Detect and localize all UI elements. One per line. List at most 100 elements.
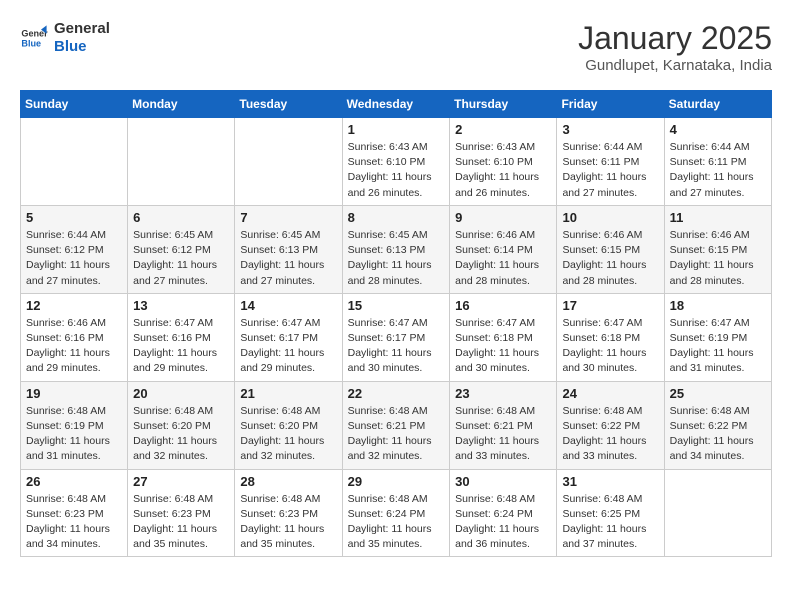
day-number: 22 (348, 386, 445, 401)
calendar-cell (21, 118, 128, 206)
day-number: 10 (562, 210, 658, 225)
calendar-cell: 16 Sunrise: 6:47 AM Sunset: 6:18 PM Dayli… (450, 293, 557, 381)
day-info: Sunrise: 6:48 AM Sunset: 6:23 PM Dayligh… (26, 492, 122, 553)
day-info: Sunrise: 6:48 AM Sunset: 6:24 PM Dayligh… (348, 492, 445, 553)
logo-line2: Blue (54, 38, 110, 56)
day-info: Sunrise: 6:48 AM Sunset: 6:23 PM Dayligh… (133, 492, 229, 553)
calendar-cell: 28 Sunrise: 6:48 AM Sunset: 6:23 PM Dayli… (235, 469, 342, 557)
svg-text:Blue: Blue (21, 38, 41, 48)
day-number: 9 (455, 210, 551, 225)
calendar-cell: 1 Sunrise: 6:43 AM Sunset: 6:10 PM Daylig… (342, 118, 450, 206)
header-monday: Monday (128, 91, 235, 118)
header-saturday: Saturday (664, 91, 771, 118)
day-number: 2 (455, 122, 551, 137)
day-info: Sunrise: 6:46 AM Sunset: 6:14 PM Dayligh… (455, 228, 551, 289)
header-thursday: Thursday (450, 91, 557, 118)
calendar-cell: 27Sunrise: 6:48 AM Sunset: 6:23 PM Dayli… (128, 469, 235, 557)
day-info: Sunrise: 6:44 AM Sunset: 6:11 PM Dayligh… (670, 140, 766, 201)
calendar-cell: 31Sunrise: 6:48 AM Sunset: 6:25 PM Dayli… (557, 469, 664, 557)
day-number: 28 (240, 474, 336, 489)
day-info: Sunrise: 6:46 AM Sunset: 6:16 PM Dayligh… (26, 316, 122, 377)
calendar-cell: 29 Sunrise: 6:48 AM Sunset: 6:24 PM Dayli… (342, 469, 450, 557)
day-info: Sunrise: 6:48 AM Sunset: 6:19 PM Dayligh… (26, 404, 122, 465)
calendar-cell: 23 Sunrise: 6:48 AM Sunset: 6:21 PM Dayli… (450, 381, 557, 469)
day-info: Sunrise: 6:48 AM Sunset: 6:22 PM Dayligh… (562, 404, 658, 465)
calendar-cell: 17Sunrise: 6:47 AM Sunset: 6:18 PM Dayli… (557, 293, 664, 381)
day-number: 7 (240, 210, 336, 225)
day-info: Sunrise: 6:43 AM Sunset: 6:10 PM Dayligh… (348, 140, 445, 201)
calendar-cell: 15Sunrise: 6:47 AM Sunset: 6:17 PM Dayli… (342, 293, 450, 381)
day-info: Sunrise: 6:46 AM Sunset: 6:15 PM Dayligh… (562, 228, 658, 289)
calendar-cell: 12 Sunrise: 6:46 AM Sunset: 6:16 PM Dayli… (21, 293, 128, 381)
day-number: 15 (348, 298, 445, 313)
day-number: 19 (26, 386, 122, 401)
week-row-2: 5Sunrise: 6:44 AM Sunset: 6:12 PM Daylig… (21, 205, 772, 293)
day-info: Sunrise: 6:47 AM Sunset: 6:18 PM Dayligh… (455, 316, 551, 377)
day-info: Sunrise: 6:48 AM Sunset: 6:23 PM Dayligh… (240, 492, 336, 553)
day-number: 29 (348, 474, 445, 489)
header-sunday: Sunday (21, 91, 128, 118)
day-number: 20 (133, 386, 229, 401)
calendar-cell: 13Sunrise: 6:47 AM Sunset: 6:16 PM Dayli… (128, 293, 235, 381)
title-block: January 2025 Gundlupet, Karnataka, India (578, 20, 772, 74)
day-number: 21 (240, 386, 336, 401)
calendar-cell: 7 Sunrise: 6:45 AM Sunset: 6:13 PM Daylig… (235, 205, 342, 293)
day-number: 4 (670, 122, 766, 137)
day-number: 25 (670, 386, 766, 401)
week-row-1: 1 Sunrise: 6:43 AM Sunset: 6:10 PM Daylig… (21, 118, 772, 206)
calendar-cell: 2 Sunrise: 6:43 AM Sunset: 6:10 PM Daylig… (450, 118, 557, 206)
calendar-cell (235, 118, 342, 206)
day-info: Sunrise: 6:48 AM Sunset: 6:20 PM Dayligh… (240, 404, 336, 465)
calendar-cell: 20 Sunrise: 6:48 AM Sunset: 6:20 PM Dayli… (128, 381, 235, 469)
month-title: January 2025 (578, 20, 772, 57)
header-wednesday: Wednesday (342, 91, 450, 118)
day-info: Sunrise: 6:48 AM Sunset: 6:20 PM Dayligh… (133, 404, 229, 465)
calendar-table: SundayMondayTuesdayWednesdayThursdayFrid… (20, 90, 772, 557)
logo-line1: General (54, 20, 110, 38)
day-number: 1 (348, 122, 445, 137)
calendar-cell (128, 118, 235, 206)
calendar-cell: 4 Sunrise: 6:44 AM Sunset: 6:11 PM Daylig… (664, 118, 771, 206)
day-info: Sunrise: 6:48 AM Sunset: 6:21 PM Dayligh… (348, 404, 445, 465)
day-info: Sunrise: 6:45 AM Sunset: 6:13 PM Dayligh… (348, 228, 445, 289)
calendar-cell: 24Sunrise: 6:48 AM Sunset: 6:22 PM Dayli… (557, 381, 664, 469)
calendar-header: SundayMondayTuesdayWednesdayThursdayFrid… (21, 91, 772, 118)
day-info: Sunrise: 6:43 AM Sunset: 6:10 PM Dayligh… (455, 140, 551, 201)
day-info: Sunrise: 6:48 AM Sunset: 6:21 PM Dayligh… (455, 404, 551, 465)
day-info: Sunrise: 6:47 AM Sunset: 6:17 PM Dayligh… (240, 316, 336, 377)
header-friday: Friday (557, 91, 664, 118)
day-number: 18 (670, 298, 766, 313)
location-subtitle: Gundlupet, Karnataka, India (578, 57, 772, 74)
week-row-4: 19 Sunrise: 6:48 AM Sunset: 6:19 PM Dayli… (21, 381, 772, 469)
day-number: 16 (455, 298, 551, 313)
day-number: 30 (455, 474, 551, 489)
header-tuesday: Tuesday (235, 91, 342, 118)
calendar-cell: 30 Sunrise: 6:48 AM Sunset: 6:24 PM Dayli… (450, 469, 557, 557)
day-number: 3 (562, 122, 658, 137)
header-row: SundayMondayTuesdayWednesdayThursdayFrid… (21, 91, 772, 118)
day-number: 5 (26, 210, 122, 225)
day-number: 6 (133, 210, 229, 225)
day-number: 12 (26, 298, 122, 313)
day-number: 26 (26, 474, 122, 489)
day-info: Sunrise: 6:48 AM Sunset: 6:24 PM Dayligh… (455, 492, 551, 553)
week-row-5: 26 Sunrise: 6:48 AM Sunset: 6:23 PM Dayli… (21, 469, 772, 557)
calendar-cell: 19 Sunrise: 6:48 AM Sunset: 6:19 PM Dayli… (21, 381, 128, 469)
calendar-cell: 14 Sunrise: 6:47 AM Sunset: 6:17 PM Dayli… (235, 293, 342, 381)
day-info: Sunrise: 6:46 AM Sunset: 6:15 PM Dayligh… (670, 228, 766, 289)
calendar-cell: 6 Sunrise: 6:45 AM Sunset: 6:12 PM Daylig… (128, 205, 235, 293)
day-number: 14 (240, 298, 336, 313)
day-number: 11 (670, 210, 766, 225)
day-number: 17 (562, 298, 658, 313)
week-row-3: 12 Sunrise: 6:46 AM Sunset: 6:16 PM Dayli… (21, 293, 772, 381)
calendar-body: 1 Sunrise: 6:43 AM Sunset: 6:10 PM Daylig… (21, 118, 772, 557)
day-number: 13 (133, 298, 229, 313)
day-number: 23 (455, 386, 551, 401)
day-info: Sunrise: 6:45 AM Sunset: 6:12 PM Dayligh… (133, 228, 229, 289)
calendar-cell (664, 469, 771, 557)
calendar-cell: 10 Sunrise: 6:46 AM Sunset: 6:15 PM Dayli… (557, 205, 664, 293)
calendar-cell: 11 Sunrise: 6:46 AM Sunset: 6:15 PM Dayli… (664, 205, 771, 293)
page-header: General Blue General Blue January 2025 G… (20, 20, 772, 74)
day-info: Sunrise: 6:45 AM Sunset: 6:13 PM Dayligh… (240, 228, 336, 289)
day-info: Sunrise: 6:44 AM Sunset: 6:11 PM Dayligh… (562, 140, 658, 201)
